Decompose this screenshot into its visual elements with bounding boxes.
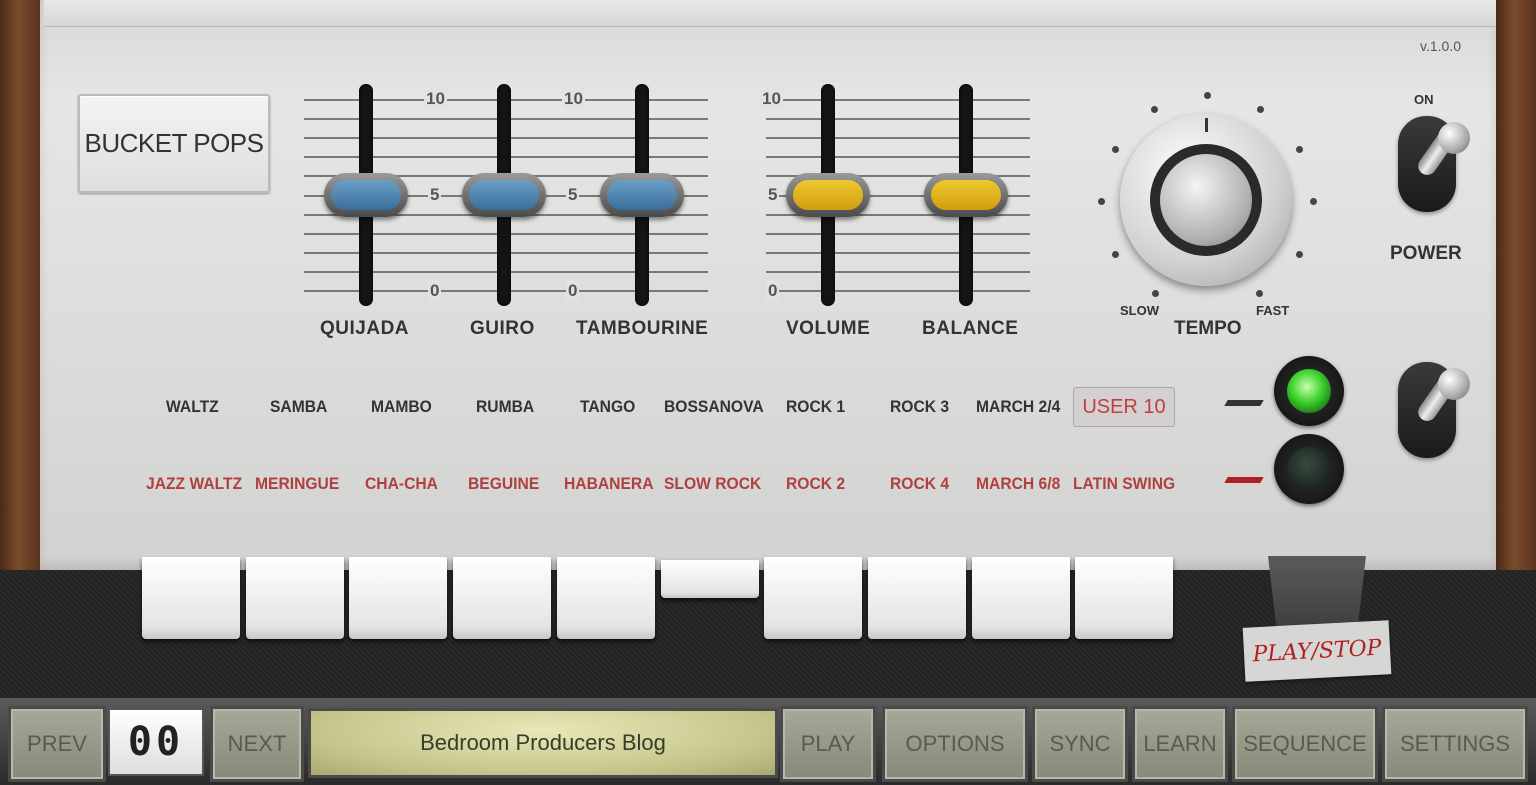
- rhythm-jazz-waltz[interactable]: JAZZ WALTZ: [146, 474, 242, 494]
- rhythm-user-10[interactable]: USER 10: [1073, 387, 1175, 427]
- rhythm-samba[interactable]: SAMBA: [270, 397, 327, 417]
- version-label: v.1.0.0: [1420, 38, 1461, 54]
- rhythm-latin-swing[interactable]: LATIN SWING: [1073, 474, 1175, 494]
- led-lower-light: [1287, 447, 1331, 491]
- sync-button[interactable]: SYNC: [1032, 706, 1128, 782]
- scale-num-0: 0: [566, 281, 580, 301]
- rhythm-key-6-pressed[interactable]: [661, 560, 759, 598]
- balance-label: BALANCE: [922, 318, 1019, 339]
- volume-label: VOLUME: [786, 318, 871, 339]
- rhythm-key-4[interactable]: [453, 557, 551, 639]
- quijada-label: QUIJADA: [320, 318, 410, 339]
- rhythm-rock-1[interactable]: ROCK 1: [786, 397, 845, 417]
- tempo-knob-cap[interactable]: [1160, 154, 1252, 246]
- led-upper-light: [1287, 369, 1331, 413]
- rhythm-rock-3[interactable]: ROCK 3: [890, 397, 949, 417]
- preset-name-button[interactable]: BUCKET POPS: [78, 94, 270, 193]
- rhythm-cha-cha[interactable]: CHA-CHA: [365, 474, 438, 494]
- rhythm-key-3[interactable]: [349, 557, 447, 639]
- volume-slider-handle[interactable]: [786, 172, 870, 217]
- pattern-counter: 00: [108, 708, 204, 776]
- rhythm-beguine[interactable]: BEGUINE: [468, 474, 539, 494]
- rhythm-bossanova[interactable]: BOSSANOVA: [664, 397, 764, 417]
- settings-button[interactable]: SETTINGS: [1382, 706, 1528, 782]
- rhythm-rumba[interactable]: RUMBA: [476, 397, 534, 417]
- guiro-slider-handle[interactable]: [462, 172, 546, 217]
- rhythm-key-7[interactable]: [764, 557, 862, 639]
- guiro-label: GUIRO: [470, 318, 535, 339]
- led-lower-row: [1274, 434, 1344, 504]
- scale-num-10: 10: [760, 89, 783, 109]
- rhythm-key-9[interactable]: [972, 557, 1070, 639]
- rhythm-key-1[interactable]: [142, 557, 240, 639]
- rhythm-rock-2[interactable]: ROCK 2: [786, 474, 845, 494]
- wood-side-left: [0, 0, 40, 580]
- prev-button[interactable]: PREV: [8, 706, 106, 782]
- tempo-indicator: [1205, 118, 1208, 132]
- tempo-label: TEMPO: [1174, 318, 1242, 339]
- power-label: POWER: [1390, 243, 1462, 264]
- rhythm-key-8[interactable]: [868, 557, 966, 639]
- play-button[interactable]: PLAY: [780, 706, 876, 782]
- sequence-button[interactable]: SEQUENCE: [1232, 706, 1378, 782]
- panel-top-strip: [44, 0, 1496, 27]
- rhythm-march-6-8[interactable]: MARCH 6/8: [976, 474, 1060, 494]
- rhythm-waltz[interactable]: WALTZ: [166, 397, 219, 417]
- scale-num-0: 0: [428, 281, 442, 301]
- rhythm-key-2[interactable]: [246, 557, 344, 639]
- rhythm-slow-rock[interactable]: SLOW ROCK: [664, 474, 761, 494]
- scale-num-5: 5: [766, 185, 780, 205]
- play-stop-label[interactable]: PLAY/STOP: [1242, 620, 1392, 682]
- quijada-slider-handle[interactable]: [324, 172, 408, 217]
- tambourine-label: TAMBOURINE: [576, 318, 709, 339]
- scale-num-0: 0: [766, 281, 780, 301]
- options-button[interactable]: OPTIONS: [882, 706, 1028, 782]
- rhythm-march-2-4[interactable]: MARCH 2/4: [976, 397, 1060, 417]
- upper-row-arrow-icon: [1224, 400, 1264, 406]
- rhythm-rock-4[interactable]: ROCK 4: [890, 474, 949, 494]
- learn-button[interactable]: LEARN: [1132, 706, 1228, 782]
- tambourine-slider-handle[interactable]: [600, 172, 684, 217]
- scale-num-10: 10: [424, 89, 447, 109]
- lower-row-arrow-icon: [1224, 477, 1264, 483]
- balance-slider-handle[interactable]: [924, 172, 1008, 217]
- rhythm-tango[interactable]: TANGO: [580, 397, 635, 417]
- scale-num-5: 5: [428, 185, 442, 205]
- scale-num-5: 5: [566, 185, 580, 205]
- power-switch-tip[interactable]: [1438, 122, 1470, 154]
- rhythm-mambo[interactable]: MAMBO: [371, 397, 432, 417]
- power-on-label: ON: [1414, 92, 1434, 107]
- wood-side-right: [1496, 0, 1536, 580]
- rhythm-key-5[interactable]: [557, 557, 655, 639]
- rhythm-habanera[interactable]: HABANERA: [564, 474, 653, 494]
- toggle-switch-tip[interactable]: [1438, 368, 1470, 400]
- next-button[interactable]: NEXT: [210, 706, 304, 782]
- lcd-display: Bedroom Producers Blog: [308, 708, 778, 778]
- tempo-slow-label: SLOW: [1120, 303, 1159, 318]
- scale-num-10: 10: [562, 89, 585, 109]
- tempo-fast-label: FAST: [1256, 303, 1290, 318]
- led-upper-row: [1274, 356, 1344, 426]
- rhythm-meringue[interactable]: MERINGUE: [255, 474, 339, 494]
- rhythm-key-10[interactable]: [1075, 557, 1173, 639]
